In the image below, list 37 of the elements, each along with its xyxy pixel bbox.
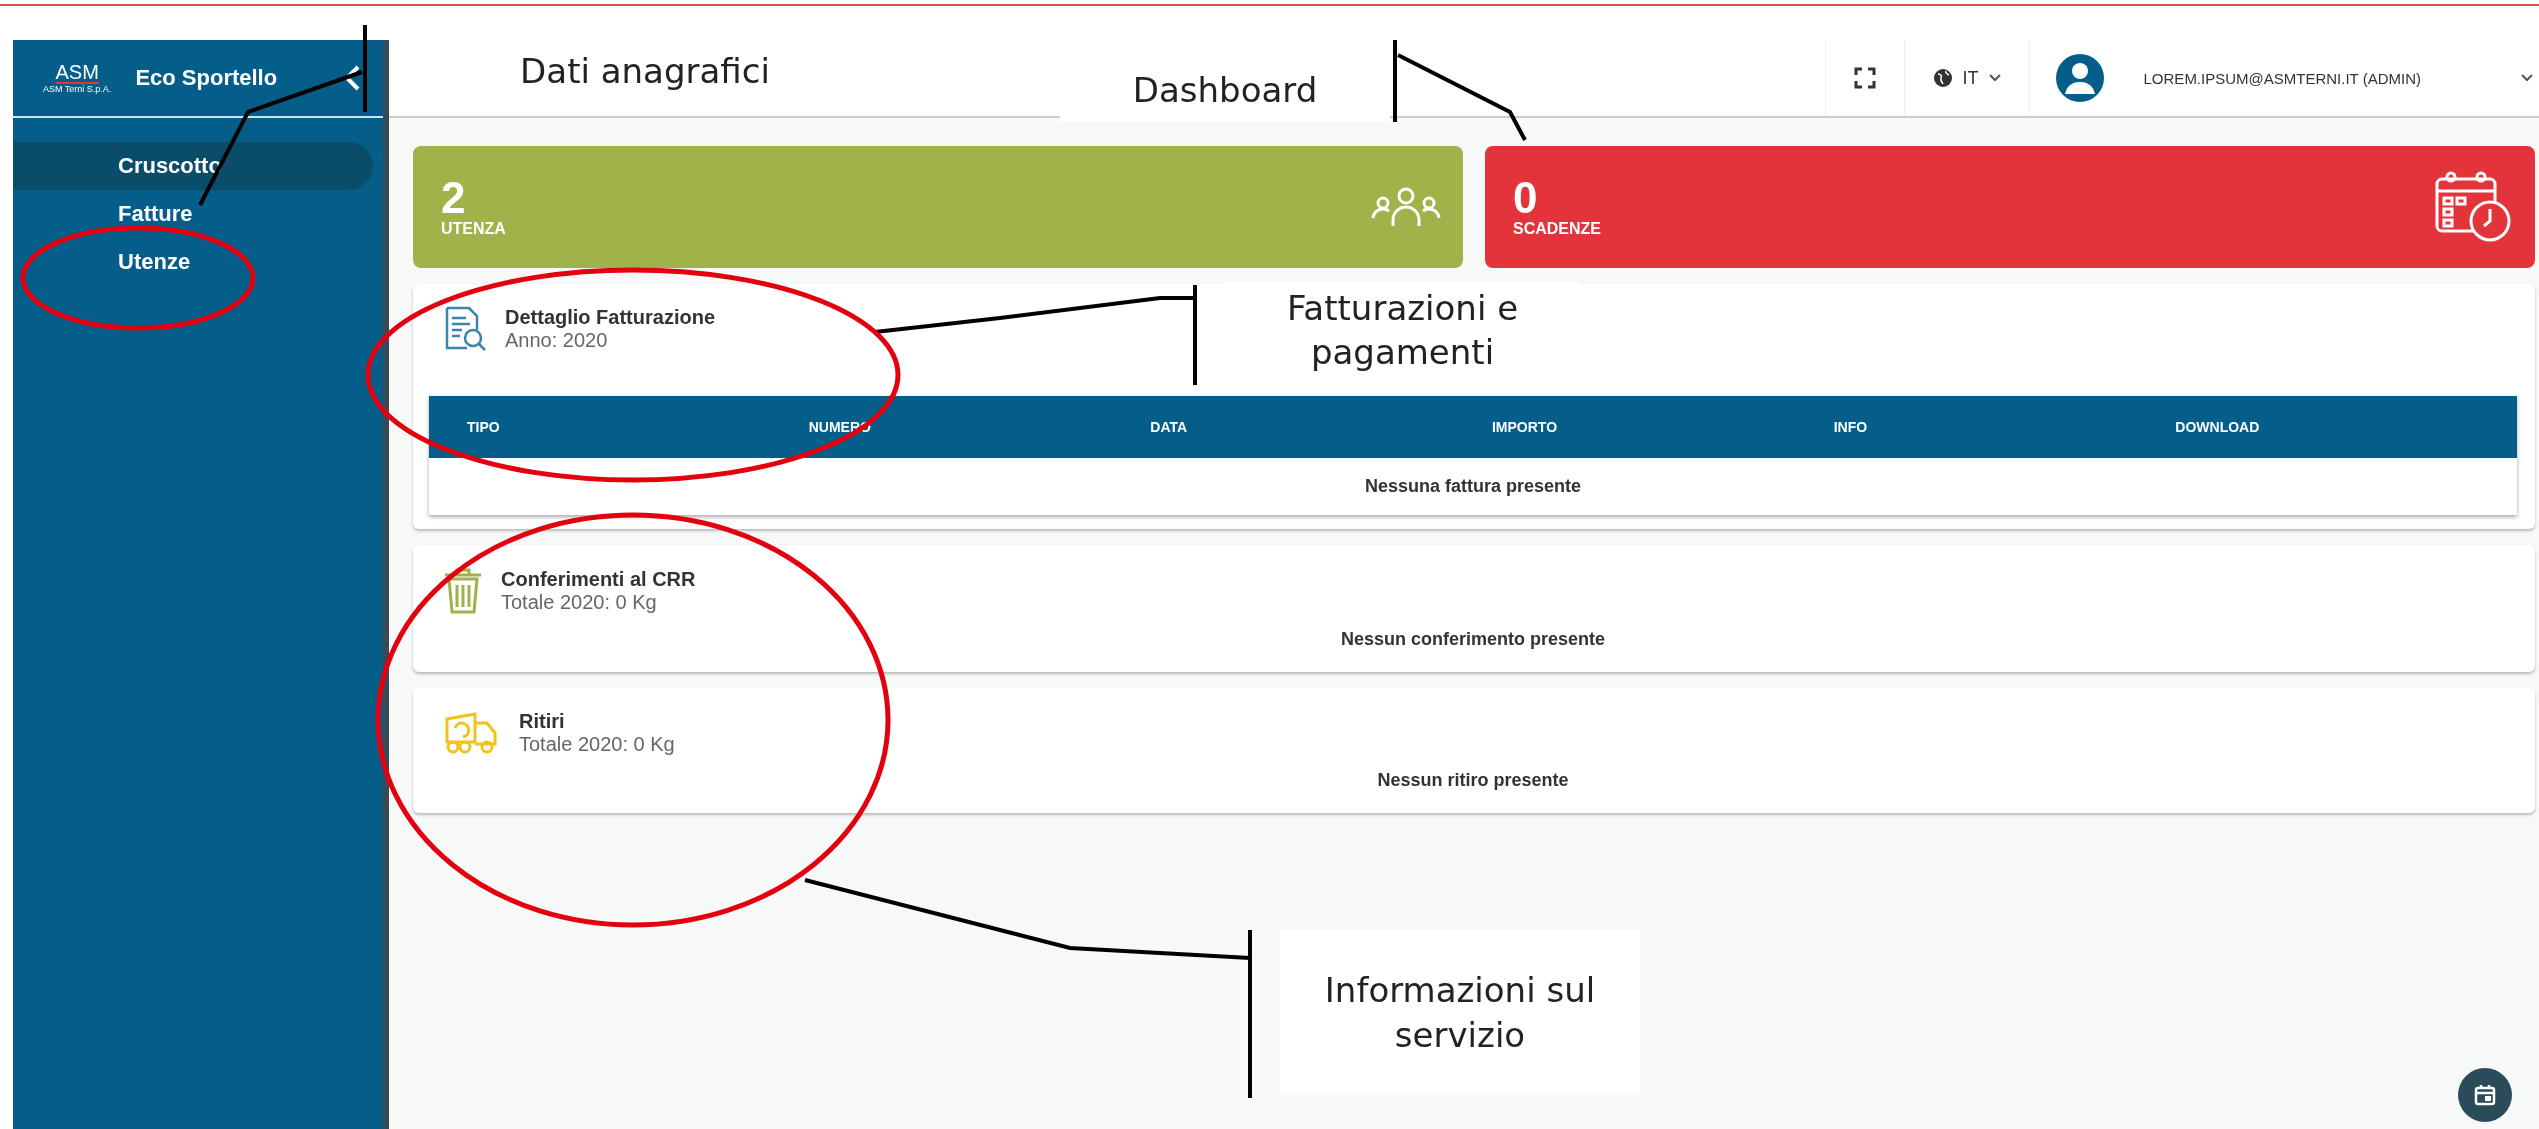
caret-icon	[2521, 74, 2533, 82]
empty-message: Nessun ritiro presente	[1376, 769, 1570, 792]
stat-value: 0	[1513, 176, 1539, 220]
company-logo: ASM ASM Terni S.p.A.	[43, 62, 112, 94]
annotation-label: Informazioni sul servizio	[1280, 930, 1640, 1095]
app-title: Eco Sportello	[135, 65, 279, 91]
section-title: Ritiri	[519, 710, 566, 733]
section-subtitle: Totale 2020: 0 Kg	[519, 733, 675, 756]
sidebar-item[interactable]: Utenze	[13, 238, 373, 286]
stat-value: 2	[441, 176, 467, 220]
user-menu[interactable]: LOREM.IPSUM@ASMTERNI.IT (ADMIN)	[2028, 40, 2539, 116]
sidebar-item[interactable]: Cruscotto	[13, 142, 373, 190]
section-title: Dettaglio Fatturazione	[505, 306, 715, 329]
stat-label: UTENZA	[441, 220, 506, 238]
sidebar-item[interactable]: Fatture	[13, 190, 373, 238]
section-title: Conferimenti al CRR	[501, 568, 696, 591]
column-header: DATA	[1150, 419, 1189, 435]
column-header: TIPO	[467, 419, 501, 435]
column-header: INFO	[1833, 419, 1869, 435]
language-dropdown[interactable]: IT	[1903, 40, 2029, 116]
column-header: IMPORTO	[1492, 419, 1559, 435]
stat-label: SCADENZE	[1513, 220, 1601, 238]
caret-icon	[1988, 74, 2001, 82]
empty-message: Nessuna fattura presente	[1363, 475, 1583, 498]
user-avatar-icon	[2055, 54, 2104, 102]
trash-bin-icon	[443, 567, 483, 615]
fullscreen-icon	[1853, 67, 1876, 89]
globe-icon	[1932, 68, 1953, 88]
section-subtitle: Anno: 2020	[505, 329, 609, 352]
column-header: DOWNLOAD	[2175, 419, 2261, 435]
calendar-icon	[2474, 1084, 2496, 1106]
invoice-search-icon	[443, 306, 487, 352]
calendar-clock-icon	[2435, 171, 2513, 243]
section-subtitle: Totale 2020: 0 Kg	[501, 591, 658, 614]
people-icon	[1371, 186, 1441, 228]
empty-message: Nessun conferimento presente	[1339, 628, 1607, 651]
stat-card[interactable]: 0 SCADENZE	[1485, 146, 2535, 268]
